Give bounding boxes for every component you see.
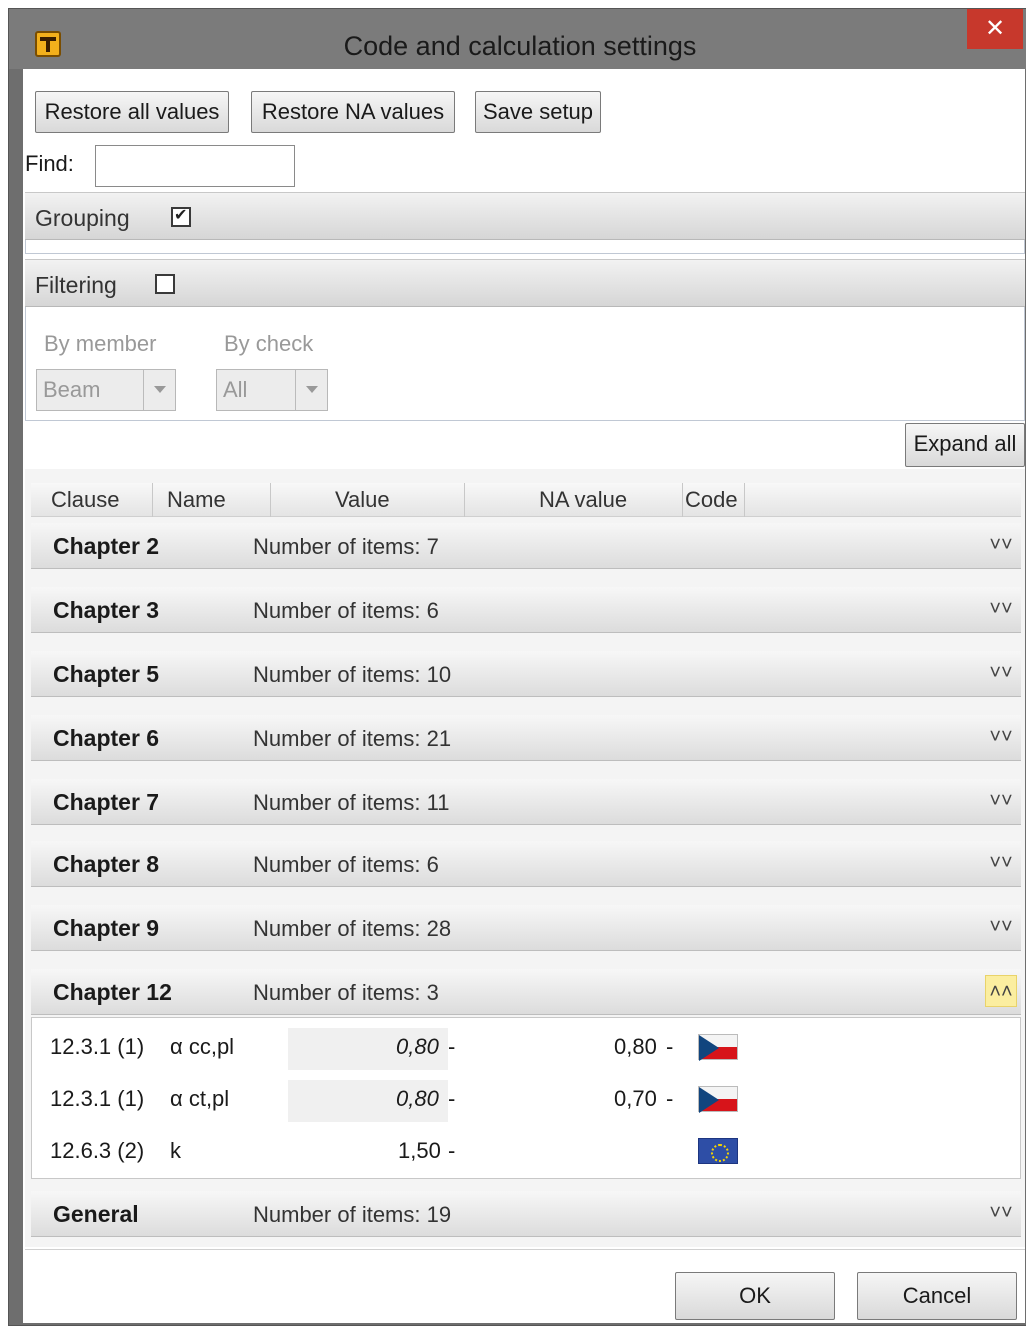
restore-na-values-button[interactable]: Restore NA values — [251, 91, 455, 133]
close-button[interactable]: ✕ — [967, 9, 1023, 49]
cz-flag-icon — [698, 1086, 738, 1113]
group-row-chapter-9[interactable]: Chapter 9 Number of items: 28 ˅˅ — [31, 905, 1021, 951]
filtering-checkbox[interactable] — [155, 274, 175, 294]
group-row-chapter-7[interactable]: Chapter 7 Number of items: 11 ˅˅ — [31, 779, 1021, 825]
settings-grid: Clause Name Value NA value Code Chapter … — [25, 469, 1025, 1247]
name-cell: k — [170, 1138, 181, 1163]
na-value-unit: - — [666, 1034, 674, 1059]
double-chevron-down-icon[interactable]: ˅˅ — [985, 847, 1017, 879]
group-row-general[interactable]: General Number of items: 19 ˅˅ — [31, 1191, 1021, 1237]
group-title: Chapter 9 — [53, 915, 160, 941]
group-title: Chapter 7 — [53, 789, 160, 815]
table-row[interactable]: 12.3.1 (1) α cc,pl 0,80 - 0,80 - — [32, 1024, 1020, 1070]
name-cell: α cc,pl — [170, 1034, 235, 1059]
find-input[interactable] — [95, 145, 295, 187]
restore-all-values-button[interactable]: Restore all values — [35, 91, 229, 133]
double-chevron-up-icon[interactable]: ˄˄ — [985, 975, 1017, 1007]
double-chevron-down-icon[interactable]: ˅˅ — [985, 657, 1017, 689]
by-member-label: By member — [44, 331, 157, 356]
value-unit: - — [448, 1086, 456, 1111]
clause-cell: 12.3.1 (1) — [50, 1086, 145, 1111]
column-clause[interactable]: Clause — [31, 483, 153, 517]
value-cell: 0,80 — [396, 1086, 439, 1111]
group-count: Number of items: 21 — [253, 726, 452, 751]
cz-flag-icon — [698, 1034, 738, 1061]
column-name[interactable]: Name — [153, 483, 271, 517]
column-header: Clause Name Value NA value Code — [31, 483, 1021, 517]
group-count: Number of items: 19 — [253, 1202, 452, 1227]
group-row-chapter-12[interactable]: Chapter 12 Number of items: 3 ˄˄ — [31, 969, 1021, 1015]
settings-window: Code and calculation settings ✕ Restore … — [8, 8, 1026, 1326]
na-value-cell: 0,70 — [614, 1086, 657, 1111]
filtering-bar[interactable]: Filtering — [25, 259, 1025, 307]
group-count: Number of items: 3 — [253, 980, 439, 1005]
clause-cell: 12.6.3 (2) — [50, 1138, 145, 1163]
find-label: Find: — [25, 151, 74, 176]
group-title: General — [53, 1201, 139, 1227]
grouping-checkbox[interactable] — [171, 205, 191, 227]
group-count: Number of items: 6 — [253, 598, 439, 623]
column-na-value[interactable]: NA value — [465, 483, 683, 517]
group-row-chapter-3[interactable]: Chapter 3 Number of items: 6 ˅˅ — [31, 587, 1021, 633]
filter-panel: By member Beam By check All — [25, 307, 1025, 421]
group-count: Number of items: 7 — [253, 534, 439, 559]
clause-cell: 12.3.1 (1) — [50, 1034, 145, 1059]
group-title: Chapter 6 — [53, 725, 160, 751]
expand-all-button[interactable]: Expand all — [905, 423, 1025, 467]
group-count: Number of items: 10 — [253, 662, 452, 687]
value-cell: 1,50 — [398, 1138, 441, 1163]
value-cell: 0,80 — [396, 1034, 439, 1059]
value-unit: - — [448, 1034, 456, 1059]
group-row-chapter-2[interactable]: Chapter 2 Number of items: 7 ˅˅ — [31, 523, 1021, 569]
na-value-unit: - — [666, 1086, 674, 1111]
cancel-button[interactable]: Cancel — [857, 1272, 1017, 1320]
group-title: Chapter 3 — [53, 597, 160, 623]
group-title: Chapter 8 — [53, 851, 160, 877]
na-value-cell: 0,80 — [614, 1034, 657, 1059]
save-setup-button[interactable]: Save setup — [475, 91, 601, 133]
group-row-chapter-6[interactable]: Chapter 6 Number of items: 21 ˅˅ — [31, 715, 1021, 761]
grouping-panel — [25, 240, 1025, 254]
chevron-down-icon — [143, 370, 175, 410]
eu-flag-icon — [698, 1138, 738, 1164]
dialog-body: Restore all values Restore NA values Sav… — [23, 69, 1025, 1323]
double-chevron-down-icon[interactable]: ˅˅ — [985, 593, 1017, 625]
double-chevron-down-icon[interactable]: ˅˅ — [985, 721, 1017, 753]
filtering-label: Filtering — [35, 272, 117, 298]
column-code[interactable]: Code — [683, 483, 745, 517]
table-row[interactable]: 12.6.3 (2) k 1,50 - — [32, 1128, 1020, 1174]
chevron-down-icon — [295, 370, 327, 410]
group-title: Chapter 5 — [53, 661, 160, 687]
by-check-value: All — [223, 377, 248, 402]
double-chevron-down-icon[interactable]: ˅˅ — [985, 911, 1017, 943]
double-chevron-down-icon[interactable]: ˅˅ — [985, 785, 1017, 817]
chapter-12-items: 12.3.1 (1) α cc,pl 0,80 - 0,80 - 12.3.1 … — [31, 1017, 1021, 1179]
double-chevron-down-icon[interactable]: ˅˅ — [985, 1197, 1017, 1229]
grouping-bar[interactable]: Grouping — [25, 192, 1025, 240]
title-bar[interactable]: Code and calculation settings ✕ — [9, 9, 1026, 69]
table-row[interactable]: 12.3.1 (1) α ct,pl 0,80 - 0,70 - — [32, 1076, 1020, 1122]
value-unit: - — [448, 1138, 456, 1163]
group-count: Number of items: 28 — [253, 916, 452, 941]
group-title: Chapter 12 — [53, 979, 172, 1005]
grouping-label: Grouping — [35, 205, 130, 231]
by-member-value: Beam — [43, 377, 101, 402]
column-value[interactable]: Value — [271, 483, 465, 517]
window-title: Code and calculation settings — [343, 31, 697, 61]
group-row-chapter-5[interactable]: Chapter 5 Number of items: 10 ˅˅ — [31, 651, 1021, 697]
double-chevron-down-icon[interactable]: ˅˅ — [985, 529, 1017, 561]
group-count: Number of items: 6 — [253, 852, 439, 877]
by-member-select[interactable]: Beam — [36, 369, 176, 411]
group-title: Chapter 2 — [53, 533, 160, 559]
name-cell: α ct,pl — [170, 1086, 230, 1111]
by-check-label: By check — [224, 331, 314, 356]
group-row-chapter-8[interactable]: Chapter 8 Number of items: 6 ˅˅ — [31, 841, 1021, 887]
ok-button[interactable]: OK — [675, 1272, 835, 1320]
by-check-select[interactable]: All — [216, 369, 328, 411]
group-count: Number of items: 11 — [253, 790, 450, 815]
